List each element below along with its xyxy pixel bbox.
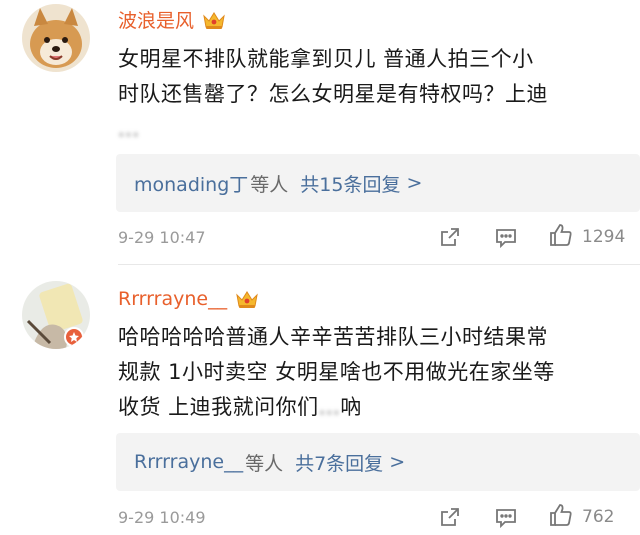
divider [118,264,640,265]
avatar[interactable] [22,281,90,349]
comment-line: 规款 1小时卖空 女明星啥也不用做光在家坐等 [118,360,555,384]
comment-text: 女明星不排队就能拿到贝儿 普通人拍三个小 时队还售罄了？怎么女明星是有特权吗？上… [118,42,628,147]
like-icon[interactable] [548,222,574,252]
like-button[interactable]: 762 [548,502,640,532]
username-text[interactable]: 波浪是风 [118,6,194,33]
chevron-right-icon: > [406,172,423,194]
timestamp: 9-29 10:47 [118,227,206,247]
comment-line: 哈哈哈哈哈普通人辛辛苦苦排队三小时结果常 [118,325,548,349]
comment-icon[interactable] [494,505,518,529]
comment-line: 收货 上迪我就问你们...吶 [118,390,628,425]
reply-suffix: 等人 [250,173,289,196]
blurred-text: ... [118,117,140,141]
blurred-text: ... [318,395,341,419]
share-icon[interactable] [438,505,462,529]
comment-line: 时队还售罄了？怎么女明星是有特权吗？上迪 [118,82,548,106]
comment-item: 波浪是风 女明星不排队就能拿到贝儿 普通人拍三个小 时队还售罄了？怎么女明星是有… [0,0,640,265]
like-count: 762 [582,507,615,527]
like-button[interactable]: 1294 [548,222,640,252]
comment-text-part: 吶 [340,395,362,419]
chevron-right-icon: > [389,451,406,473]
crown-badge-icon [235,289,259,309]
comment-text: 哈哈哈哈哈普通人辛辛苦苦排队三小时结果常 规款 1小时卖空 女明星啥也不用做光在… [118,320,628,425]
reply-count-link[interactable]: 共15条回复 [300,170,400,197]
username[interactable]: Rrrrrayne__ [118,288,259,310]
like-count: 1294 [582,227,626,247]
comment-meta: 9-29 10:49 762 [118,502,640,532]
comment-text-part: 收货 上迪我就问你们 [118,395,319,419]
replies-preview[interactable]: monading丁 等人 共15条回复 > [116,154,640,212]
comment-meta: 9-29 10:47 1294 [118,222,640,252]
share-icon[interactable] [438,225,462,249]
reply-user-link[interactable]: Rrrrrayne__ [134,451,243,473]
username-text[interactable]: Rrrrrayne__ [118,288,227,310]
timestamp: 9-29 10:49 [118,507,206,527]
replies-preview[interactable]: Rrrrrayne__ 等人 共7条回复 > [116,433,640,491]
avatar[interactable] [22,4,90,72]
comment-icon[interactable] [494,225,518,249]
crown-badge-icon [202,10,226,30]
reply-count-link[interactable]: 共7条回复 [295,449,383,476]
username[interactable]: 波浪是风 [118,6,226,33]
reply-suffix: 等人 [245,452,284,475]
like-icon[interactable] [548,502,574,532]
reply-user-link[interactable]: monading丁 [134,170,248,197]
comment-line: ... [118,112,628,147]
comment-line: 女明星不排队就能拿到贝儿 普通人拍三个小 [118,47,534,71]
comment-actions: 1294 [438,222,640,252]
comment-actions: 762 [438,502,640,532]
comment-item: Rrrrrayne__ 哈哈哈哈哈普通人辛辛苦苦排队三小时结果常 规款 1小时卖… [0,266,640,535]
